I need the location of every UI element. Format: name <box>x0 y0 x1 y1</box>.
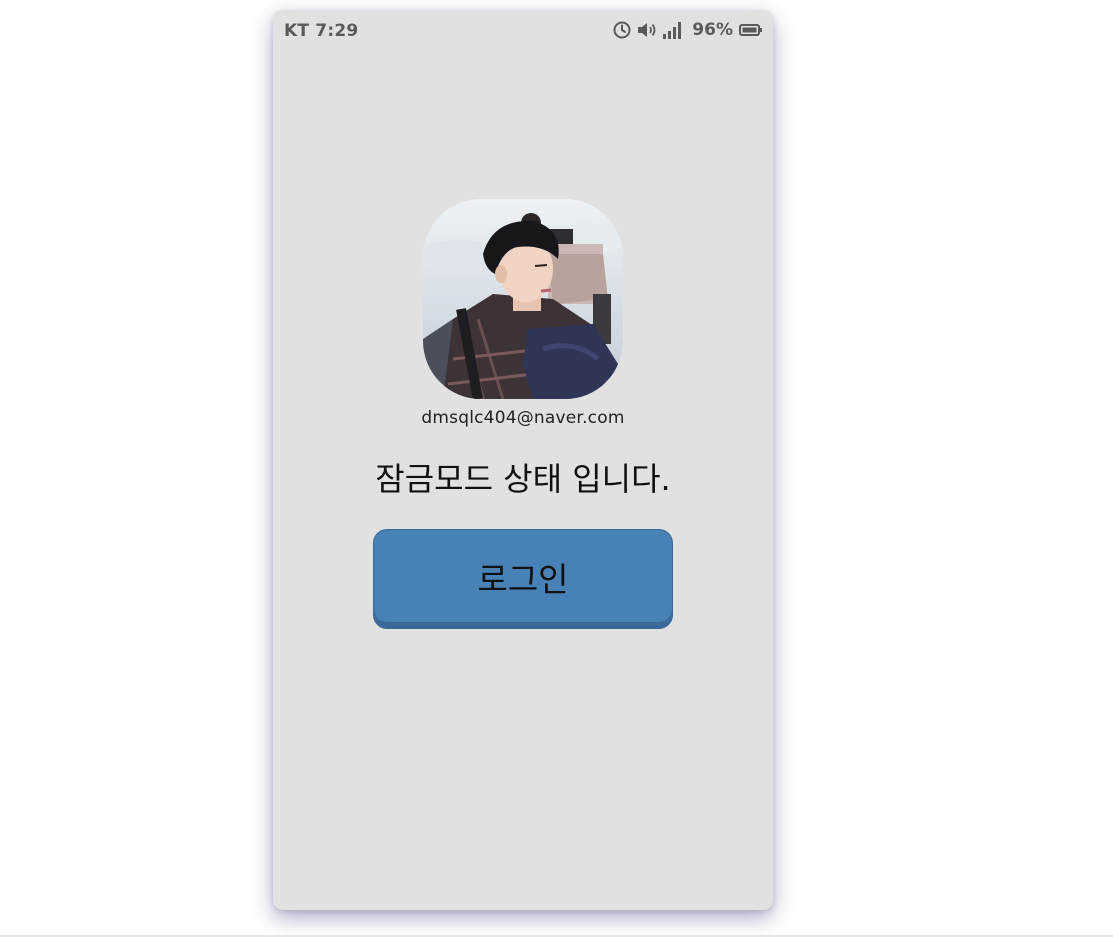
status-icons: 96% <box>612 19 763 41</box>
avatar <box>423 199 623 399</box>
battery-icon <box>739 23 763 37</box>
carrier-time: KT 7:29 <box>284 21 359 41</box>
signal-icon <box>662 20 684 40</box>
login-button[interactable]: 로그인 <box>373 529 673 629</box>
volume-icon <box>636 20 658 40</box>
lock-mode-message: 잠금모드 상태 입니다. <box>375 460 671 498</box>
battery-percent: 96% <box>692 20 733 40</box>
alarm-clock-icon <box>612 20 632 40</box>
phone-frame: KT 7:29 96% dmsqlc404@naver.com 잠금모드 상태 … <box>273 10 773 910</box>
email-label: dmsqlc404@naver.com <box>421 408 625 428</box>
page: KT 7:29 96% dmsqlc404@naver.com 잠금모드 상태 … <box>0 0 1113 937</box>
status-bar: KT 7:29 96% <box>273 10 773 52</box>
login-button-label: 로그인 <box>477 560 569 599</box>
